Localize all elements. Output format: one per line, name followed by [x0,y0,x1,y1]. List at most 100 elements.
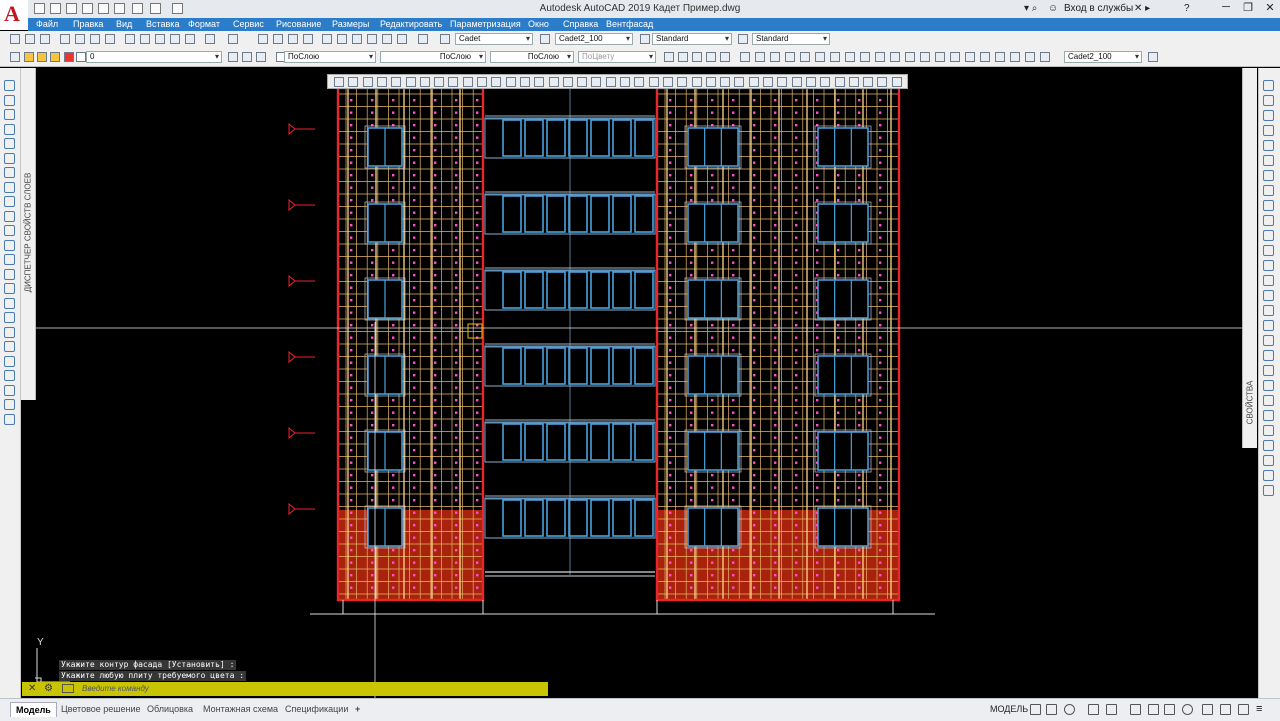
ventfasad-tool-icon[interactable] [505,77,516,87]
annotation-scale-select[interactable]: Cadet2_100 [1064,51,1142,63]
command-input[interactable]: Введите команду [82,684,149,693]
close-button[interactable]: ✕ [1260,1,1280,15]
modify-tool-icon[interactable] [1263,275,1274,286]
new-icon[interactable] [10,34,20,44]
model-space-button[interactable]: МОДЕЛЬ [990,704,1028,714]
xline-icon[interactable] [770,52,780,62]
calculator-icon[interactable] [397,34,407,44]
color-select[interactable]: ПоСлою [284,51,376,63]
modify-tool-icon[interactable] [1263,395,1274,406]
sheet-set-icon[interactable] [367,34,377,44]
dim-aligned-icon[interactable] [678,52,688,62]
ventfasad-tool-icon[interactable] [462,77,473,87]
open-icon[interactable] [25,34,35,44]
gradient-icon[interactable] [875,52,885,62]
ventfasad-tool-icon[interactable] [562,77,573,87]
print-icon[interactable] [98,3,109,14]
draw-tool-icon[interactable] [4,225,15,236]
ventfasad-tool-icon[interactable] [720,77,731,87]
rectangle-icon[interactable] [785,52,795,62]
restore-button[interactable]: ❐ [1238,1,1258,15]
modify-tool-icon[interactable] [1263,305,1274,316]
tab-color-scheme[interactable]: Цветовое решение [56,702,146,716]
modify-tool-icon[interactable] [1263,230,1274,241]
dim-arc-icon[interactable] [692,52,702,62]
ventfasad-tool-icon[interactable] [734,77,745,87]
draw-tool-icon[interactable] [4,355,15,367]
ventfasad-tool-icon[interactable] [591,77,602,87]
properties-panel[interactable]: СВОЙСТВА [1242,68,1257,448]
menu-parametric[interactable]: Параметризация [450,19,521,30]
polyline-icon[interactable] [755,52,765,62]
copy-icon[interactable] [140,34,150,44]
draw-tool-icon[interactable] [4,370,15,381]
draw-tool-icon[interactable] [4,196,15,207]
trim-icon[interactable] [1010,52,1020,62]
save-icon[interactable] [66,3,77,14]
redo-icon[interactable] [228,34,238,44]
globe-icon[interactable] [105,34,115,44]
menu-help[interactable]: Справка [563,19,598,30]
workspace-gear-icon[interactable] [1182,704,1193,715]
zoom-previous-icon[interactable] [303,34,313,44]
layer-lock-icon[interactable] [50,52,60,62]
ventfasad-tool-icon[interactable] [391,77,402,87]
ventfasad-tool-icon[interactable] [534,77,545,87]
ventfasad-tool-icon[interactable] [891,77,902,87]
dim-style-select[interactable]: Cadet2_100 [555,33,633,45]
dim-linear-icon[interactable] [664,52,674,62]
modify-tool-icon[interactable] [1263,425,1274,436]
ventfasad-tool-icon[interactable] [677,77,688,87]
modify-tool-icon[interactable] [1263,155,1274,166]
tab-assembly-scheme[interactable]: Монтажная схема [198,702,283,716]
hatch-icon[interactable] [860,52,870,62]
ventfasad-tool-icon[interactable] [634,77,645,87]
text-style-select[interactable]: Cadet [455,33,533,45]
modify-tool-icon[interactable] [1263,365,1274,376]
ventfasad-tool-icon[interactable] [834,77,845,87]
add-tab-button[interactable]: + [350,702,365,716]
dim-ordinate-icon[interactable] [706,52,716,62]
lineweight-select[interactable]: ПоСлою [490,51,574,63]
ventfasad-tool-icon[interactable] [362,77,373,87]
line-icon[interactable] [740,52,750,62]
ellipse-icon[interactable] [845,52,855,62]
publish-icon[interactable] [90,34,100,44]
layer-on-icon[interactable] [24,52,34,62]
modify-tool-icon[interactable] [1263,455,1274,466]
move-icon[interactable] [950,52,960,62]
draw-tool-icon[interactable] [4,123,15,135]
ventfasad-tool-icon[interactable] [519,77,530,87]
ventfasad-tool-icon[interactable] [620,77,630,87]
ventfasad-tool-icon[interactable] [877,77,888,87]
search-icon[interactable]: ▾ ⌕ [1024,3,1037,14]
modify-tool-icon[interactable] [1263,95,1274,106]
modify-tool-icon[interactable] [1263,185,1274,196]
menu-window[interactable]: Окно [528,19,549,30]
ventfasad-tool-icon[interactable] [477,77,487,87]
extend-icon[interactable] [1025,52,1035,62]
menu-format[interactable]: Формат [188,19,220,30]
tab-model[interactable]: Модель [10,702,57,717]
ventfasad-tool-icon[interactable] [748,77,759,87]
ventfasad-tool-icon[interactable] [763,77,773,87]
layer-previous-icon[interactable] [242,52,252,62]
ventfasad-tool-icon[interactable] [548,77,559,87]
make-current-icon[interactable] [228,52,238,62]
tab-specifications[interactable]: Спецификации [280,702,353,716]
menu-edit[interactable]: Правка [73,19,103,30]
ventfasad-tool-icon[interactable] [605,77,616,87]
layer-freeze-icon[interactable] [37,52,47,62]
modify-tool-icon[interactable] [1263,110,1274,121]
draw-tool-icon[interactable] [4,297,15,309]
ventfasad-tool-icon[interactable] [434,77,445,87]
print-icon[interactable] [60,34,70,44]
pan-icon[interactable] [258,34,268,44]
modify-tool-icon[interactable] [1263,215,1274,226]
ventfasad-tool-icon[interactable] [705,77,716,87]
arc-icon[interactable] [800,52,810,62]
exchange-icon[interactable]: ✕ ▸ [1134,3,1150,14]
modify-tool-icon[interactable] [1263,200,1274,211]
ventfasad-tool-icon[interactable] [848,77,859,87]
scale-icon[interactable] [980,52,990,62]
